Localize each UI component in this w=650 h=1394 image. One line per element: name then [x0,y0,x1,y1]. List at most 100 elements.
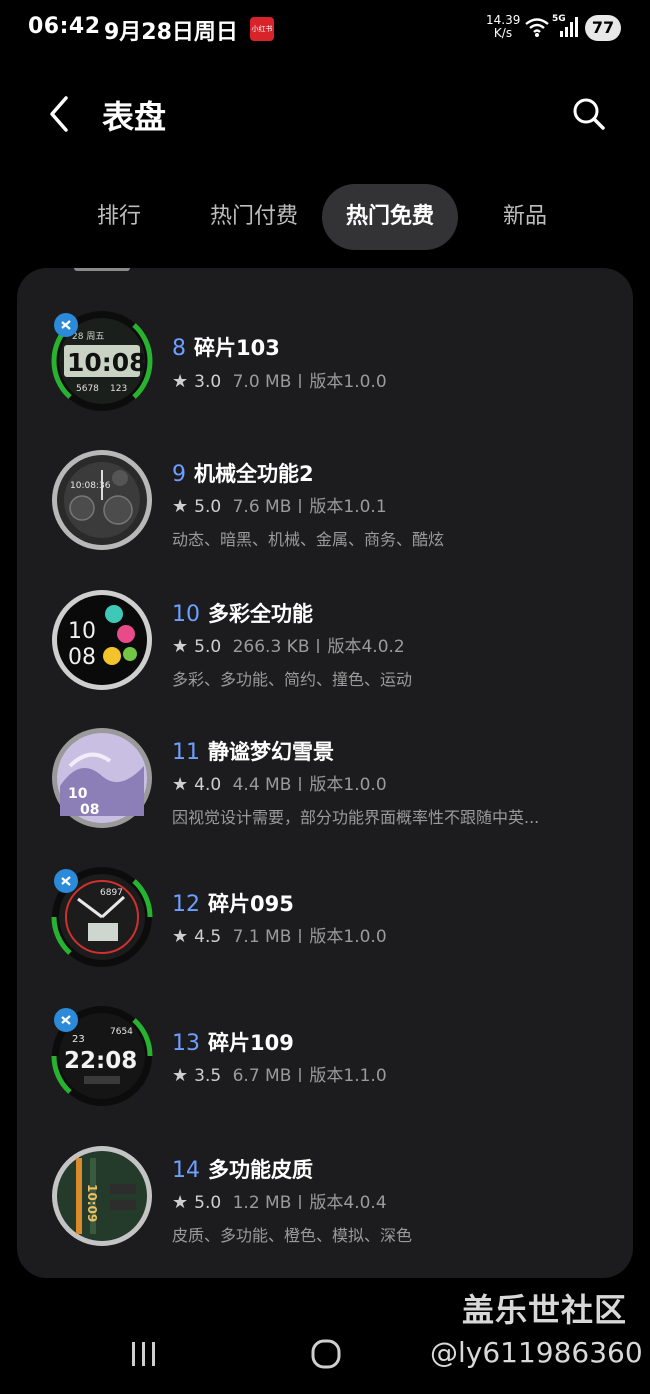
network-speed: 14.39 K/s [486,14,520,40]
divider [299,1195,302,1209]
face-steps-text: 6897 [100,888,123,898]
version: 版本1.0.0 [309,372,387,392]
battery-indicator: 77 [585,15,621,41]
page-title: 表盘 [102,98,167,136]
status-time: 06:42 [28,14,101,39]
star-icon: ★ [172,371,189,392]
watch-face-name: 多彩全功能 [208,602,313,626]
divider [299,1068,302,1082]
watch-face-thumbnail: 10 08 [52,590,152,690]
home-icon [311,1339,341,1369]
version: 版本1.1.0 [309,1066,387,1086]
divider [299,374,302,388]
face-time-text: 10:08:36 [70,481,111,491]
star-icon: ★ [172,636,189,657]
list-item[interactable]: 23 7654 22:08 13 碎片109 ★ 3.5 6.7 MB 版本1.1.0 [17,1003,633,1113]
file-size: 7.6 MB [232,497,292,517]
face-minute-text: 08 [80,802,99,818]
file-size: 1.2 MB [232,1193,292,1213]
list-item[interactable]: 10 08 10 多彩全功能 ★ 5.0 266.3 KB 版本4.0.2 多彩、多功… [17,586,633,696]
tab-hot-paid[interactable]: 热门付费 [196,184,312,250]
face-steps-text: 5678 [76,384,99,394]
tags: 因视觉设计需要，部分功能界面概率性不跟随中英... [172,808,540,827]
tags: 皮质、多功能、橙色、模拟、深色 [172,1226,413,1245]
rating: 5.0 [194,637,222,657]
rank-number: 8 [172,336,186,361]
watch-face-name: 碎片095 [208,892,294,916]
version: 版本1.0.0 [309,775,387,795]
tab-hot-free[interactable]: 热门免费 [322,184,458,250]
wifi-icon [525,18,549,37]
search-icon [573,98,605,130]
file-size: 4.4 MB [232,775,292,795]
rating: 5.0 [194,497,222,517]
star-icon: ★ [172,926,189,947]
watch-face-name: 静谧梦幻雪景 [208,740,334,764]
list-item[interactable]: 6897 12 碎片095 ★ 4.5 7.1 MB 版本1.0.0 [17,864,633,974]
list-item[interactable]: 10:09 14 多功能皮质 ★ 5.0 1.2 MB 版本4.0.4 皮质、多功能、… [17,1142,633,1252]
list-item[interactable]: 28 周五 10:08 5678 123 8 碎片103 ★ 3.0 7.0 MB 版… [17,308,633,418]
tab-ranking[interactable]: 排行 [80,184,158,250]
face-time-text: 22:08 [64,1048,137,1074]
version: 版本1.0.0 [309,927,387,947]
status-date: 9月28日周日 [104,20,238,45]
file-size: 7.1 MB [232,927,292,947]
file-size: 6.7 MB [232,1066,292,1086]
face-minute-text: 08 [68,645,96,670]
home-button[interactable] [310,1338,342,1374]
rank-number: 11 [172,740,200,765]
list-item[interactable]: 10 08 11 静谧梦幻雪景 ★ 4.0 4.4 MB 版本1.0.0 因视觉设计需… [17,724,633,834]
face-time-text: 10:09 [85,1184,99,1222]
rating: 4.0 [194,775,222,795]
recents-icon [132,1342,155,1366]
tags: 多彩、多功能、简约、撞色、运动 [172,670,413,689]
divider [299,777,302,791]
rating: 5.0 [194,1193,222,1213]
back-button[interactable] [40,92,80,136]
rank-number: 9 [172,462,186,487]
face-date-text: 28 周五 [72,331,104,342]
watch-face-thumbnail: 23 7654 22:08 [51,1006,153,1106]
status-bar: 06:42 9月28日周日 小红书 14.39 K/s 5G 77 [0,0,650,58]
watch-face-name: 多功能皮质 [208,1158,313,1182]
tags: 动态、暗黑、机械、金属、商务、酷炫 [172,530,445,549]
watch-face-name: 碎片103 [194,336,280,360]
recents-button[interactable] [130,1340,158,1372]
star-icon: ★ [172,774,189,795]
star-icon: ★ [172,1065,189,1086]
watch-face-thumbnail: 10:08:36 [52,450,152,550]
file-size: 266.3 KB [232,637,310,657]
list-item[interactable]: 10:08:36 9 机械全功能2 ★ 5.0 7.6 MB 版本1.0.1 动态、暗… [17,446,633,556]
rank-number: 12 [172,892,200,917]
divider [299,929,302,943]
tab-new[interactable]: 新品 [486,184,564,250]
star-icon: ★ [172,496,189,517]
watch-face-thumbnail: 28 周五 10:08 5678 123 [51,311,153,411]
star-icon: ★ [172,1192,189,1213]
category-tabs: 排行 热门付费 热门免费 新品 [0,184,650,250]
rank-number: 14 [172,1158,200,1183]
file-size: 7.0 MB [232,372,292,392]
divider [317,639,320,653]
search-button[interactable] [568,92,608,136]
divider [299,499,302,513]
watch-face-thumbnail: 10 08 [52,728,152,828]
network-speed-unit: K/s [493,26,513,40]
watch-face-thumbnail: 6897 [51,867,153,967]
watch-face-name: 碎片109 [208,1031,294,1055]
chevron-left-icon [50,96,68,132]
face-hr-text: 123 [110,384,127,394]
version: 版本4.0.4 [309,1193,387,1213]
watermark-community: 盖乐世社区 [462,1291,628,1329]
app-notification-icon: 小红书 [250,17,274,41]
watermark-user: @ly611986360 [430,1336,643,1369]
version: 版本1.0.1 [309,497,387,517]
rank-number: 10 [172,602,200,627]
face-hour-text: 10 [68,786,88,802]
rating: 3.5 [194,1066,222,1086]
rating: 4.5 [194,927,222,947]
version: 版本4.0.2 [327,637,405,657]
face-day-text: 23 [72,1034,85,1045]
face-hour-text: 10 [68,619,96,644]
face-steps-text: 7654 [110,1027,133,1037]
